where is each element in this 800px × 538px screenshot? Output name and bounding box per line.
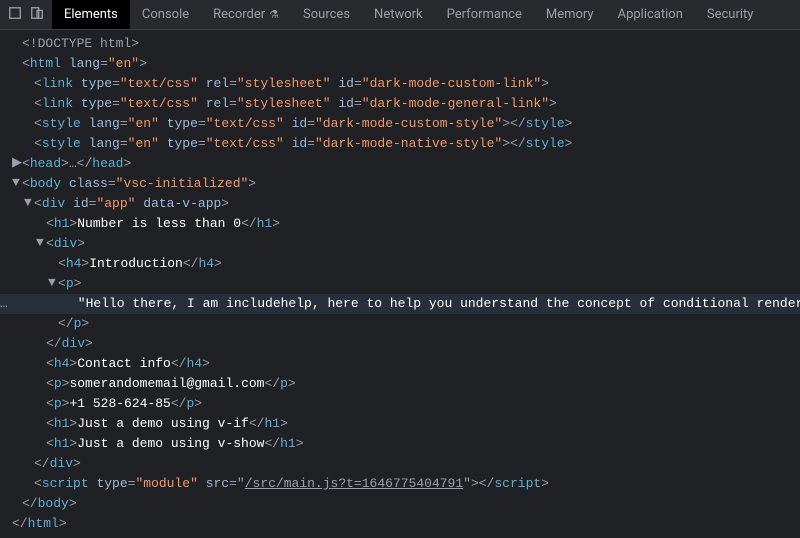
tab-sources[interactable]: Sources bbox=[291, 0, 362, 29]
node-body-close[interactable]: </body> bbox=[0, 494, 800, 514]
chevron-down-icon[interactable]: ▼ bbox=[36, 233, 46, 253]
chevron-down-icon[interactable]: ▼ bbox=[48, 273, 58, 293]
node-h1-vif[interactable]: <h1>Just a demo using v-if</h1> bbox=[0, 414, 800, 434]
node-p-email[interactable]: <p>somerandomemail@gmail.com</p> bbox=[0, 374, 800, 394]
node-head[interactable]: ▶<head>…</head> bbox=[0, 154, 800, 174]
node-html-close[interactable]: </html> bbox=[0, 514, 800, 534]
toolbar-icons bbox=[0, 0, 52, 29]
node-p-phone[interactable]: <p>+1 528-624-85</p> bbox=[0, 394, 800, 414]
node-p-open[interactable]: ▼<p> bbox=[0, 274, 800, 294]
elements-dom-tree[interactable]: <!DOCTYPE html> <html lang="en"> <link t… bbox=[0, 30, 800, 538]
tab-application[interactable]: Application bbox=[606, 0, 695, 29]
tab-memory[interactable]: Memory bbox=[534, 0, 606, 29]
node-h1-vshow[interactable]: <h1>Just a demo using v-show</h1> bbox=[0, 434, 800, 454]
tab-security[interactable]: Security bbox=[695, 0, 766, 29]
node-link-2[interactable]: <link type="text/css" rel="stylesheet" i… bbox=[0, 94, 800, 114]
node-div-inner-close[interactable]: </div> bbox=[0, 334, 800, 354]
device-toggle-icon[interactable] bbox=[30, 6, 44, 23]
node-style-1[interactable]: <style lang="en" type="text/css" id="dar… bbox=[0, 114, 800, 134]
node-doctype[interactable]: <!DOCTYPE html> bbox=[0, 34, 800, 54]
node-body-open[interactable]: ▼<body class="vsc-initialized"> bbox=[0, 174, 800, 194]
inspect-icon[interactable] bbox=[8, 6, 22, 23]
chevron-down-icon[interactable]: ▼ bbox=[24, 193, 34, 213]
node-p-close[interactable]: </p> bbox=[0, 314, 800, 334]
chevron-right-icon[interactable]: ▶ bbox=[12, 153, 22, 173]
node-script[interactable]: <script type="module" src="/src/main.js?… bbox=[0, 474, 800, 494]
node-div-app-close[interactable]: </div> bbox=[0, 454, 800, 474]
node-link-1[interactable]: <link type="text/css" rel="stylesheet" i… bbox=[0, 74, 800, 94]
tab-network[interactable]: Network bbox=[362, 0, 435, 29]
node-div-inner[interactable]: ▼<div> bbox=[0, 234, 800, 254]
node-style-2[interactable]: <style lang="en" type="text/css" id="dar… bbox=[0, 134, 800, 154]
node-p-text-selected[interactable]: "Hello there, I am includehelp, here to … bbox=[0, 294, 800, 314]
tab-recorder[interactable]: Recorder⚗ bbox=[201, 0, 291, 29]
node-html-open[interactable]: <html lang="en"> bbox=[0, 54, 800, 74]
node-div-app[interactable]: ▼<div id="app" data-v-app> bbox=[0, 194, 800, 214]
flask-icon: ⚗ bbox=[269, 8, 279, 21]
chevron-down-icon[interactable]: ▼ bbox=[12, 173, 22, 193]
tab-console[interactable]: Console bbox=[130, 0, 201, 29]
node-h4-intro[interactable]: <h4>Introduction</h4> bbox=[0, 254, 800, 274]
tab-performance[interactable]: Performance bbox=[435, 0, 534, 29]
tab-elements[interactable]: Elements bbox=[52, 0, 130, 29]
node-h4-contact[interactable]: <h4>Contact info</h4> bbox=[0, 354, 800, 374]
devtools-tabbar: Elements Console Recorder⚗ Sources Netwo… bbox=[0, 0, 800, 30]
node-h1-number[interactable]: <h1>Number is less than 0</h1> bbox=[0, 214, 800, 234]
